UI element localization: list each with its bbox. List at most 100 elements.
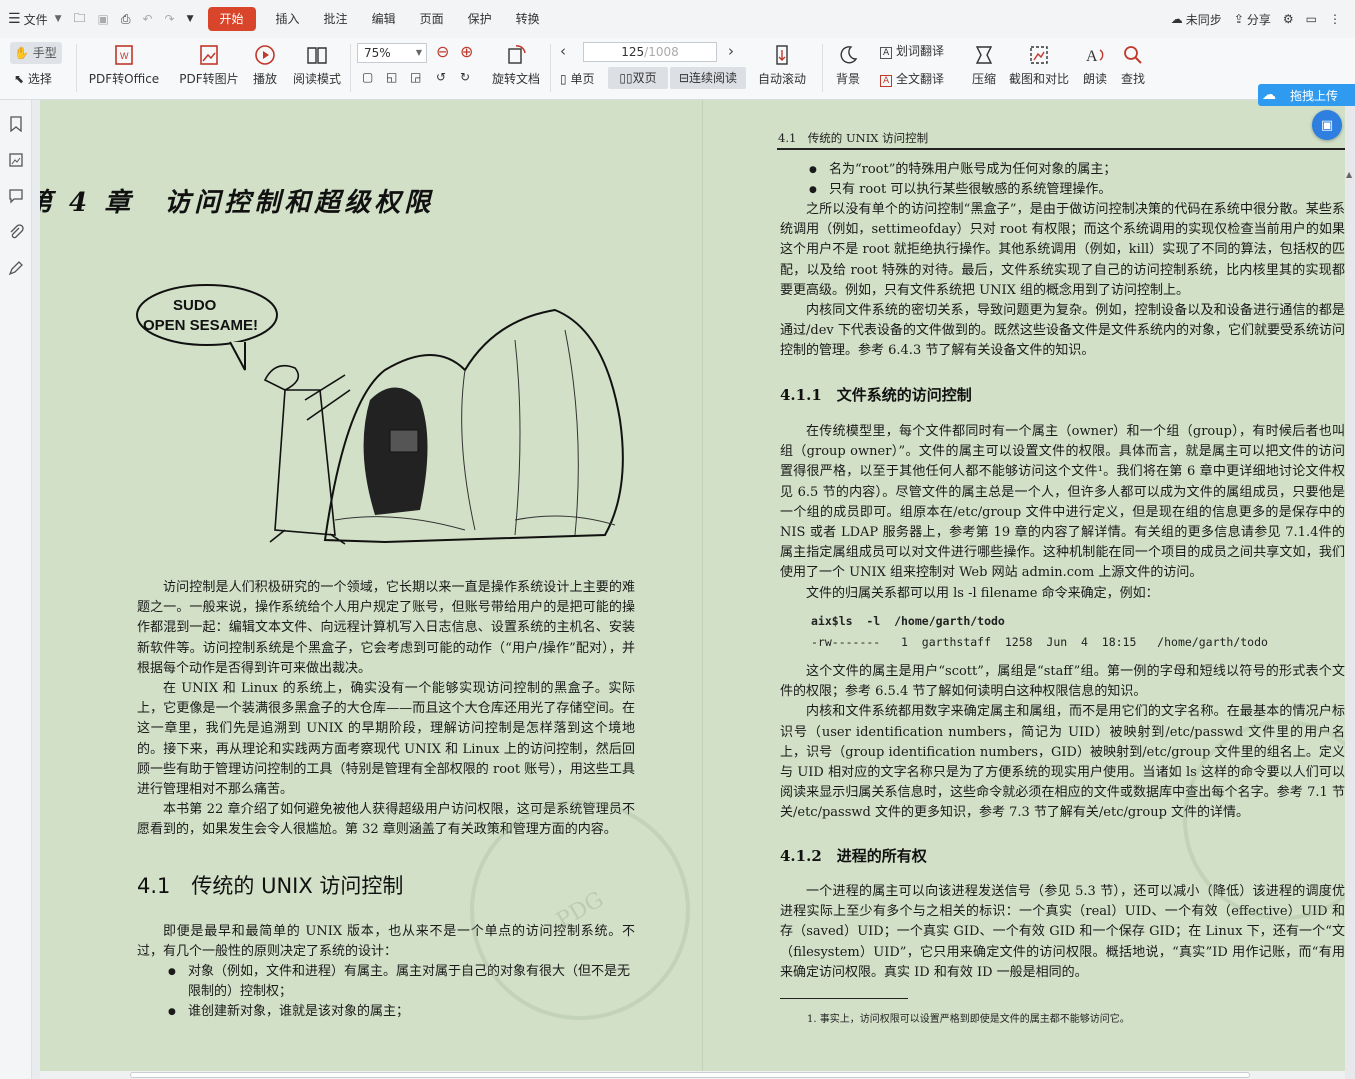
open-folder-icon: 🗀 [73,10,86,25]
save-button[interactable]: ▣ [92,0,115,38]
redo-button[interactable]: ↷ [159,0,181,38]
rotate-document-button[interactable]: 旋转文档 [488,44,544,87]
paragraph: 文件的归属关系都可以用 ls -l filename 命令来确定，例如： [806,585,1159,601]
tab-insert[interactable]: 插入 [264,7,312,31]
tab-protect[interactable]: 保护 [456,7,504,31]
root-list: 名为“root”的特殊用户账号成为任何对象的属主； 只有 root 可以执行某些… [805,160,1345,201]
single-page-icon: ▯ [560,72,567,86]
zoom-select[interactable]: 75% ▼ [357,43,427,63]
cloud-upload-icon: ☁ [1262,87,1276,103]
prev-page-button[interactable]: ‹ [560,42,566,60]
tab-convert[interactable]: 转换 [504,7,552,31]
read-aloud-button[interactable]: A 朗读 [1080,44,1110,87]
tab-start[interactable]: 开始 [207,7,256,31]
read-mode-label: 阅读模式 [292,72,341,86]
fit-page-button[interactable]: ◱ [386,70,397,84]
tab-annotate[interactable]: 批注 [312,7,360,31]
list-item: 名为“root”的特殊用户账号成为任何对象的属主； [805,160,1345,180]
attachment-icon[interactable] [8,224,24,240]
paragraph: 之所以没有单个的访问控制“黑盒子”，是由于做访问控制决策的代码在系统中很分散。某… [780,202,1345,298]
continuous-read-button[interactable]: ⊟连续阅读 [670,67,746,89]
continuous-read-label: 连续阅读 [689,71,738,85]
comment-button[interactable]: ▭ [1300,0,1323,38]
top-menu-bar: ☰ 文件 ▼ 🗀 ▣ ⎙ ↶ ↷ ▼ 开始 插入 批注 编辑 页面 保护 转换 … [0,0,1355,38]
more-button[interactable]: ⋮ [1323,0,1355,38]
vertical-scrollbar[interactable]: ▲ [1345,100,1355,1079]
background-button[interactable]: 背景 [828,44,868,87]
page-number-input[interactable]: 125/1008 [583,42,717,62]
share-button[interactable]: ⇪ 分享 [1228,0,1277,38]
double-page-label: 双页 [632,71,657,85]
tab-edit[interactable]: 编辑 [360,7,408,31]
divider [350,44,351,92]
running-head: 4.1 传统的 UNIX 访问控制 [778,131,929,145]
hand-tool-button[interactable]: ✋ 手型 [10,42,62,64]
header-rule [777,148,1347,150]
rotate-right-button[interactable]: ↻ [460,70,470,84]
zoom-out-button[interactable]: ⊖ [436,42,449,61]
annotation-icon[interactable] [8,188,24,204]
bubble-line1: SUDO [173,297,217,314]
tab-page[interactable]: 页面 [408,7,456,31]
floating-tool-button[interactable]: ▣ [1312,110,1342,140]
drag-upload-button[interactable]: ☁ 拖拽上传 [1258,84,1355,106]
sync-status[interactable]: ☁ 未同步 [1165,0,1228,38]
bookmark-icon[interactable] [8,116,24,132]
moon-icon [840,46,858,64]
find-button[interactable]: 查找 [1118,44,1148,87]
settings-button[interactable]: ⚙ [1277,0,1300,38]
thumbnail-icon[interactable] [8,152,24,168]
file-menu-button[interactable]: ☰ 文件 ▼ [0,0,68,38]
background-label: 背景 [835,72,860,86]
actual-size-button[interactable]: ▢ [362,70,373,84]
open-button[interactable]: 🗀 [68,0,92,38]
signature-icon[interactable] [8,260,24,276]
screenshot-compare-label: 截图和对比 [1008,72,1069,86]
find-label: 查找 [1120,72,1145,86]
body-text: 之所以没有单个的访问控制“黑盒子”，是由于做访问控制决策的代码在系统中很分散。某… [780,200,1345,362]
pdf-to-office-icon: W [115,45,133,65]
double-page-button[interactable]: ▯▯双页 [608,67,668,89]
redo-icon: ↷ [164,12,175,26]
select-tool-button[interactable]: ⬉ 选择 [14,70,52,87]
horizontal-scrollbar[interactable] [40,1071,1345,1079]
pdf-to-image-icon [200,45,218,65]
continuous-read-icon: ⊟ [678,71,690,85]
word-translate-label: 划词翻译 [896,44,945,58]
paragraph: 这个文件的属主是用户“scott”，属组是“staff”组。第一例的字母和短线以… [780,664,1345,700]
pdf-to-image-button[interactable]: PDF转图片 [176,44,242,87]
pdf-to-image-label: PDF转图片 [179,72,239,86]
quick-access-dropdown[interactable]: ▼ [181,0,200,38]
svg-text:W: W [120,51,129,61]
full-translate-button[interactable]: A 全文翻译 [880,70,944,87]
search-icon [1124,46,1142,64]
ribbon-toolbar: ✋ 手型 ⬉ 选择 W PDF转Office PDF转图片 播放 阅读模式 75… [0,38,1355,100]
translate-icon: A [880,47,893,59]
single-page-button[interactable]: ▯ 单页 [560,70,594,87]
divider [76,44,77,92]
compress-button[interactable]: 压缩 [966,44,1002,87]
share-label: 分享 [1246,12,1271,27]
rotate-left-button[interactable]: ↺ [436,70,446,84]
hand-icon: ✋ [14,46,29,60]
pdf-to-office-button[interactable]: W PDF转Office [84,44,164,87]
print-button[interactable]: ⎙ [115,0,137,38]
drag-upload-label: 拖拽上传 [1290,88,1339,103]
scroll-up-arrow[interactable]: ▲ [1346,170,1352,179]
subsection-heading: 4.1.2 进程的所有权 [780,847,927,865]
save-icon: ▣ [97,12,109,26]
read-mode-button[interactable]: 阅读模式 [290,44,344,87]
actual-size-icon: ▢ [362,70,374,84]
fit-width-button[interactable]: ◲ [410,70,421,84]
code-output: -rw------- 1 garthstaff 1258 Jun 4 18:15… [811,635,1268,649]
auto-scroll-button[interactable]: 自动滚动 [752,44,812,87]
document-view[interactable]: 第 4 章 访问控制和超级权限 SUDO OPEN SESAME! 访问控制是人… [40,100,1347,1079]
screenshot-compare-button[interactable]: 截图和对比 [1006,44,1072,87]
next-page-button[interactable]: › [728,42,734,60]
zoom-in-button[interactable]: ⊕ [460,42,473,61]
body-text: 在传统模型里，每个文件都同时有一个属主（owner）和一个组（group），有时… [780,422,1345,604]
horizontal-scroll-thumb[interactable] [130,1072,1250,1078]
word-translate-button[interactable]: A 划词翻译 [880,42,944,59]
undo-button[interactable]: ↶ [136,0,158,38]
play-button[interactable]: 播放 [248,44,282,87]
